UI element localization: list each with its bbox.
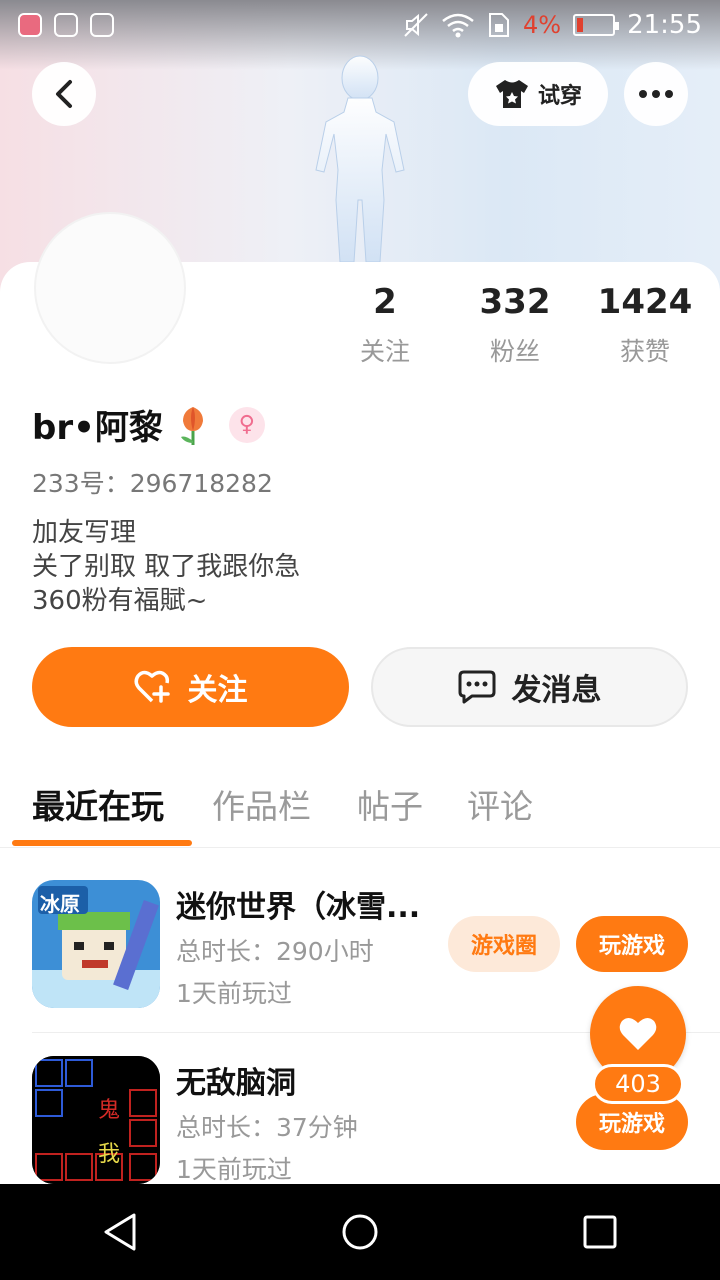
heart-plus-icon: [134, 670, 170, 703]
stat-label: 关注: [359, 337, 410, 366]
battery-icon: [573, 14, 620, 36]
chevron-left-icon: [56, 80, 72, 108]
triangle-back-icon: [104, 1213, 136, 1251]
username-row: br•阿黎 ♀: [32, 400, 265, 449]
game-title: 无敌脑洞: [176, 1066, 296, 1101]
tab-posts[interactable]: 帖子: [357, 780, 423, 828]
circle-home-icon: [342, 1214, 378, 1250]
square-recents-icon: [583, 1215, 617, 1249]
stat-following[interactable]: 2 关注: [320, 282, 450, 368]
female-gender-icon: ♀: [228, 406, 265, 443]
username: br•阿黎: [32, 408, 163, 448]
nav-home-button[interactable]: [312, 1184, 408, 1280]
game-icon[interactable]: 鬼 我: [32, 1056, 160, 1184]
stat-followers[interactable]: 332 粉丝: [450, 282, 580, 368]
stat-label: 粉丝: [489, 337, 540, 366]
wudi-naodong-game-icon: [32, 1056, 160, 1184]
sim-card-icon: [488, 13, 509, 37]
heart-icon: [619, 1017, 657, 1050]
system-navigation-bar: [0, 1184, 720, 1280]
app-notification-icon: [18, 13, 42, 37]
status-bar: 4% 21:55: [0, 0, 720, 50]
active-tab-indicator: [12, 840, 192, 846]
tshirt-icon: [495, 80, 528, 108]
game-icon[interactable]: 冰原: [32, 880, 160, 1008]
chat-bubble-icon: [458, 670, 495, 704]
game-icon-text: 我: [98, 1142, 121, 1167]
game-duration: 总时长：290小时: [176, 937, 374, 966]
clock: 21:55: [627, 10, 702, 40]
nav-back-button[interactable]: [72, 1184, 168, 1280]
follow-button[interactable]: 关注: [32, 647, 349, 727]
stat-value: 2: [373, 282, 397, 322]
mute-icon: [404, 13, 428, 37]
avatar[interactable]: [34, 212, 186, 364]
bio: 加友写理 关了别取 取了我跟你急 360粉有福賦~: [32, 516, 300, 618]
tulip-emoji-icon: [180, 406, 203, 445]
back-button[interactable]: [32, 62, 96, 126]
image-notification-icon: [90, 13, 114, 37]
tab-comments[interactable]: 评论: [467, 780, 533, 828]
game-duration: 总时长：37分钟: [176, 1113, 358, 1142]
3d-avatar-figure: [315, 55, 405, 263]
follow-label: 关注: [187, 673, 248, 708]
more-options-button[interactable]: [624, 62, 688, 126]
stat-likes[interactable]: 1424 获赞: [580, 282, 710, 368]
send-message-button[interactable]: 发消息: [371, 647, 688, 727]
user-id: 233号：296718282: [32, 469, 273, 498]
game-icon-text: 鬼: [98, 1098, 121, 1123]
game-last-played: 1天前玩过: [176, 979, 292, 1008]
battery-percentage: 4%: [522, 11, 562, 39]
like-count: 403: [592, 1064, 684, 1104]
stat-value: 1424: [597, 282, 693, 322]
send-message-label: 发消息: [511, 673, 602, 708]
try-on-label: 试穿: [537, 84, 582, 109]
game-last-played: 1天前玩过: [176, 1155, 292, 1184]
nav-recents-button[interactable]: [552, 1184, 648, 1280]
bio-line: 加友写理: [32, 518, 137, 548]
try-on-button[interactable]: 试穿: [468, 62, 608, 126]
tab-recently-played[interactable]: 最近在玩: [32, 780, 164, 828]
stat-label: 获赞: [619, 337, 670, 366]
bio-line: 360粉有福賦~: [32, 586, 208, 616]
paw-notification-icon: [54, 13, 78, 37]
wifi-icon: [442, 13, 474, 38]
game-title: 迷你世界（冰雪...: [176, 890, 421, 925]
play-game-button[interactable]: 玩游戏: [576, 916, 688, 972]
stat-value: 332: [479, 282, 551, 322]
tab-works[interactable]: 作品栏: [212, 780, 311, 828]
game-icon-text: 冰原: [40, 892, 80, 916]
bio-line: 关了别取 取了我跟你急: [32, 552, 301, 582]
profile-tabs: 最近在玩 作品栏 帖子 评论: [0, 770, 720, 848]
game-circle-button[interactable]: 游戏圈: [448, 916, 560, 972]
more-dots-icon: [639, 90, 673, 98]
profile-stats: 2 关注 332 粉丝 1424 获赞: [320, 282, 710, 368]
